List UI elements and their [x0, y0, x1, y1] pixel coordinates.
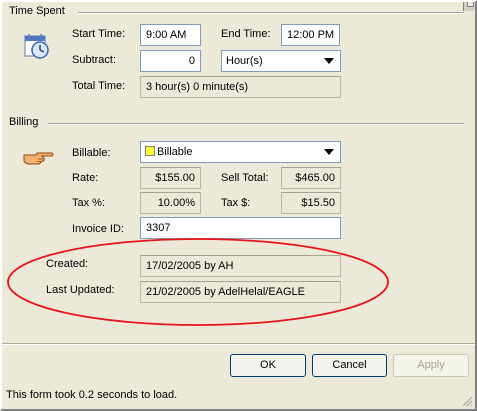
apply-button[interactable]: Apply [393, 354, 469, 377]
resize-grip-icon[interactable] [461, 395, 473, 407]
scrollbar-top[interactable] [463, 0, 477, 11]
cancel-button[interactable]: Cancel [312, 354, 387, 377]
ok-button[interactable]: OK [230, 354, 306, 377]
status-bar-text: This form took 0.2 seconds to load. [6, 389, 178, 401]
footer-divider [2, 343, 475, 345]
highlight-ellipse [7, 238, 389, 326]
